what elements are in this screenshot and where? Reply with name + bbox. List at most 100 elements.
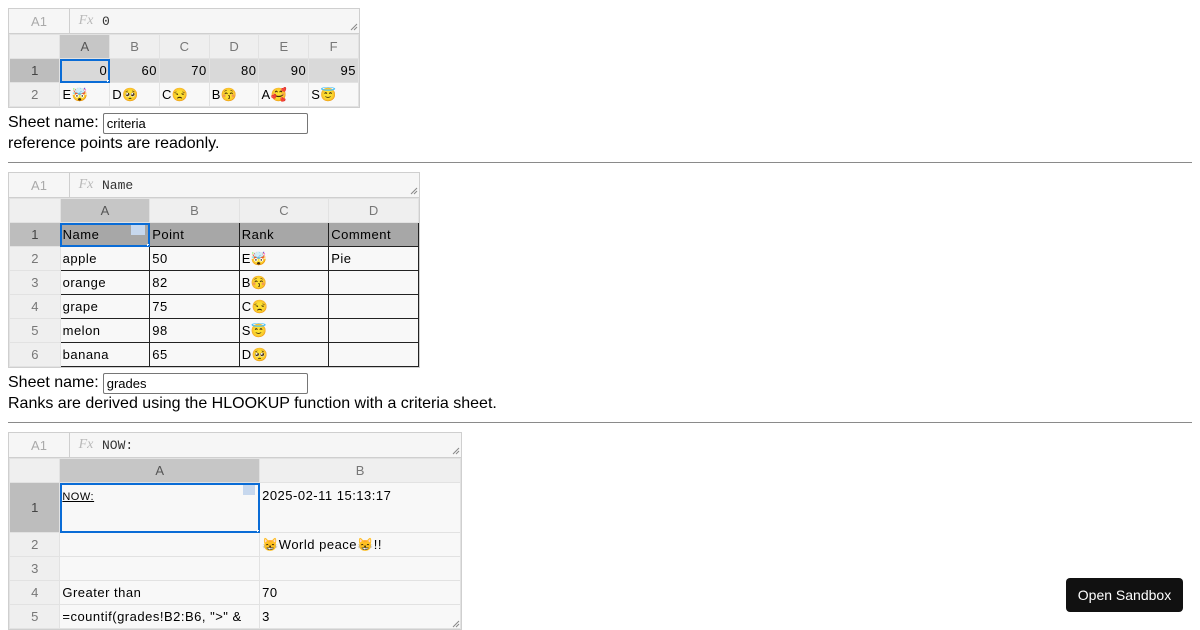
row-header[interactable]: 1 bbox=[9, 222, 61, 247]
cell[interactable]: 70 bbox=[158, 58, 210, 83]
formula-input[interactable]: Name bbox=[102, 173, 419, 197]
cell[interactable]: C😒 bbox=[238, 294, 330, 319]
column-header[interactable]: B bbox=[259, 458, 461, 483]
formula-bar: A1 Fx 0 bbox=[9, 9, 359, 34]
cell-address: A1 bbox=[9, 433, 70, 457]
fill-handle[interactable] bbox=[107, 80, 109, 82]
fx-label: Fx bbox=[78, 177, 94, 192]
cell[interactable]: 3 bbox=[259, 604, 461, 629]
cell[interactable] bbox=[328, 318, 419, 343]
column-header[interactable]: A bbox=[59, 458, 261, 483]
cell-a1[interactable]: Name bbox=[59, 222, 151, 247]
cell[interactable] bbox=[328, 342, 419, 367]
column-header[interactable]: A bbox=[59, 34, 111, 59]
cell[interactable]: E🤯 bbox=[59, 82, 111, 107]
sheet-note: reference points are readonly. bbox=[8, 135, 220, 152]
grid: A B C D 1 Name Point Rank Comment 2 appl… bbox=[9, 198, 419, 367]
cell[interactable]: orange bbox=[59, 270, 151, 295]
column-header[interactable]: D bbox=[208, 34, 260, 59]
sheet-name-label: Sheet name: bbox=[8, 374, 99, 391]
cell[interactable] bbox=[328, 294, 419, 319]
column-header[interactable]: F bbox=[308, 34, 359, 59]
row-header[interactable]: 6 bbox=[9, 342, 61, 367]
cell[interactable]: =countif(grades!B2:B6, ">" & bbox=[59, 604, 261, 629]
cell[interactable]: Pie bbox=[328, 246, 419, 271]
cell[interactable]: 😸World peace😸!! bbox=[259, 532, 461, 557]
row-header[interactable]: 5 bbox=[8, 604, 61, 629]
sheet-name-input[interactable] bbox=[102, 112, 308, 134]
cell[interactable]: A🥰 bbox=[258, 82, 310, 107]
cell[interactable]: S😇 bbox=[238, 318, 330, 343]
column-header[interactable]: E bbox=[258, 34, 310, 59]
resize-grip-icon[interactable] bbox=[350, 23, 358, 31]
row-header[interactable]: 4 bbox=[8, 580, 61, 605]
cell[interactable]: 60 bbox=[109, 58, 160, 83]
fill-handle[interactable] bbox=[257, 530, 259, 532]
cell[interactable]: C😒 bbox=[158, 82, 210, 107]
cell[interactable]: apple bbox=[59, 246, 151, 271]
resize-grip-icon[interactable] bbox=[452, 447, 460, 455]
fx-label: Fx bbox=[78, 437, 94, 452]
cell[interactable]: 82 bbox=[149, 270, 240, 295]
page-content: A1 Fx 0 A B C D E F 1 0 60 70 80 90 95 2… bbox=[8, 8, 1192, 630]
row-header[interactable]: 2 bbox=[9, 246, 61, 271]
column-header[interactable]: B bbox=[149, 198, 240, 223]
row-header[interactable]: 2 bbox=[8, 82, 61, 107]
row-header[interactable]: 3 bbox=[8, 556, 61, 581]
cell[interactable] bbox=[59, 532, 261, 557]
formula-bar: A1 Fx NOW: bbox=[9, 433, 461, 458]
cell[interactable] bbox=[259, 556, 461, 581]
cell[interactable]: 98 bbox=[149, 318, 240, 343]
cell[interactable]: 80 bbox=[208, 58, 260, 83]
cell[interactable]: Greater than bbox=[59, 580, 261, 605]
cell[interactable]: Comment bbox=[328, 222, 419, 247]
cell[interactable]: 90 bbox=[258, 58, 310, 83]
comment-indicator-icon bbox=[131, 225, 146, 235]
formula-bar: A1 Fx Name bbox=[9, 173, 419, 198]
cell[interactable]: B😚 bbox=[238, 270, 330, 295]
fill-handle[interactable] bbox=[147, 244, 149, 246]
cell[interactable]: 50 bbox=[149, 246, 240, 271]
cell[interactable]: Point bbox=[149, 222, 240, 247]
cell[interactable]: 2025-02-11 15:13:17 bbox=[259, 482, 461, 533]
formula-input[interactable]: 0 bbox=[102, 9, 359, 33]
cell[interactable]: 65 bbox=[149, 342, 240, 367]
row-header[interactable]: 1 bbox=[8, 482, 61, 533]
column-header[interactable]: D bbox=[328, 198, 419, 223]
resize-grip-icon[interactable] bbox=[452, 620, 460, 628]
cell-value: 0 bbox=[99, 63, 108, 78]
cell[interactable]: D🥺 bbox=[109, 82, 160, 107]
cell[interactable]: grape bbox=[59, 294, 151, 319]
column-header[interactable]: C bbox=[238, 198, 330, 223]
row-header[interactable]: 3 bbox=[9, 270, 61, 295]
cell[interactable]: 95 bbox=[308, 58, 359, 83]
sheet-name-input[interactable] bbox=[102, 372, 308, 394]
column-header[interactable]: A bbox=[59, 198, 151, 223]
row-header[interactable]: 4 bbox=[9, 294, 61, 319]
row-header[interactable]: 1 bbox=[8, 58, 61, 83]
corner-cell[interactable] bbox=[8, 458, 61, 483]
cell[interactable]: 70 bbox=[259, 580, 461, 605]
open-sandbox-button[interactable]: Open Sandbox bbox=[1066, 578, 1183, 612]
cell[interactable]: S😇 bbox=[308, 82, 359, 107]
resize-grip-icon[interactable] bbox=[410, 187, 418, 195]
cell[interactable]: D🥺 bbox=[238, 342, 330, 367]
corner-cell[interactable] bbox=[8, 34, 61, 59]
row-header[interactable]: 2 bbox=[8, 532, 61, 557]
cell[interactable]: banana bbox=[59, 342, 151, 367]
cell-a1[interactable]: NOW: bbox=[59, 482, 261, 533]
cell-a1[interactable]: 0 bbox=[59, 58, 111, 83]
cell[interactable] bbox=[59, 556, 261, 581]
cell[interactable] bbox=[328, 270, 419, 295]
cell[interactable]: Rank bbox=[238, 222, 330, 247]
corner-cell[interactable] bbox=[9, 198, 61, 223]
column-header[interactable]: B bbox=[109, 34, 160, 59]
cell[interactable]: 75 bbox=[149, 294, 240, 319]
formula-input[interactable]: NOW: bbox=[102, 433, 461, 457]
cell[interactable]: E🤯 bbox=[238, 246, 330, 271]
cell-address: A1 bbox=[9, 173, 70, 197]
row-header[interactable]: 5 bbox=[9, 318, 61, 343]
column-header[interactable]: C bbox=[158, 34, 210, 59]
cell[interactable]: B😚 bbox=[208, 82, 260, 107]
cell[interactable]: melon bbox=[59, 318, 151, 343]
